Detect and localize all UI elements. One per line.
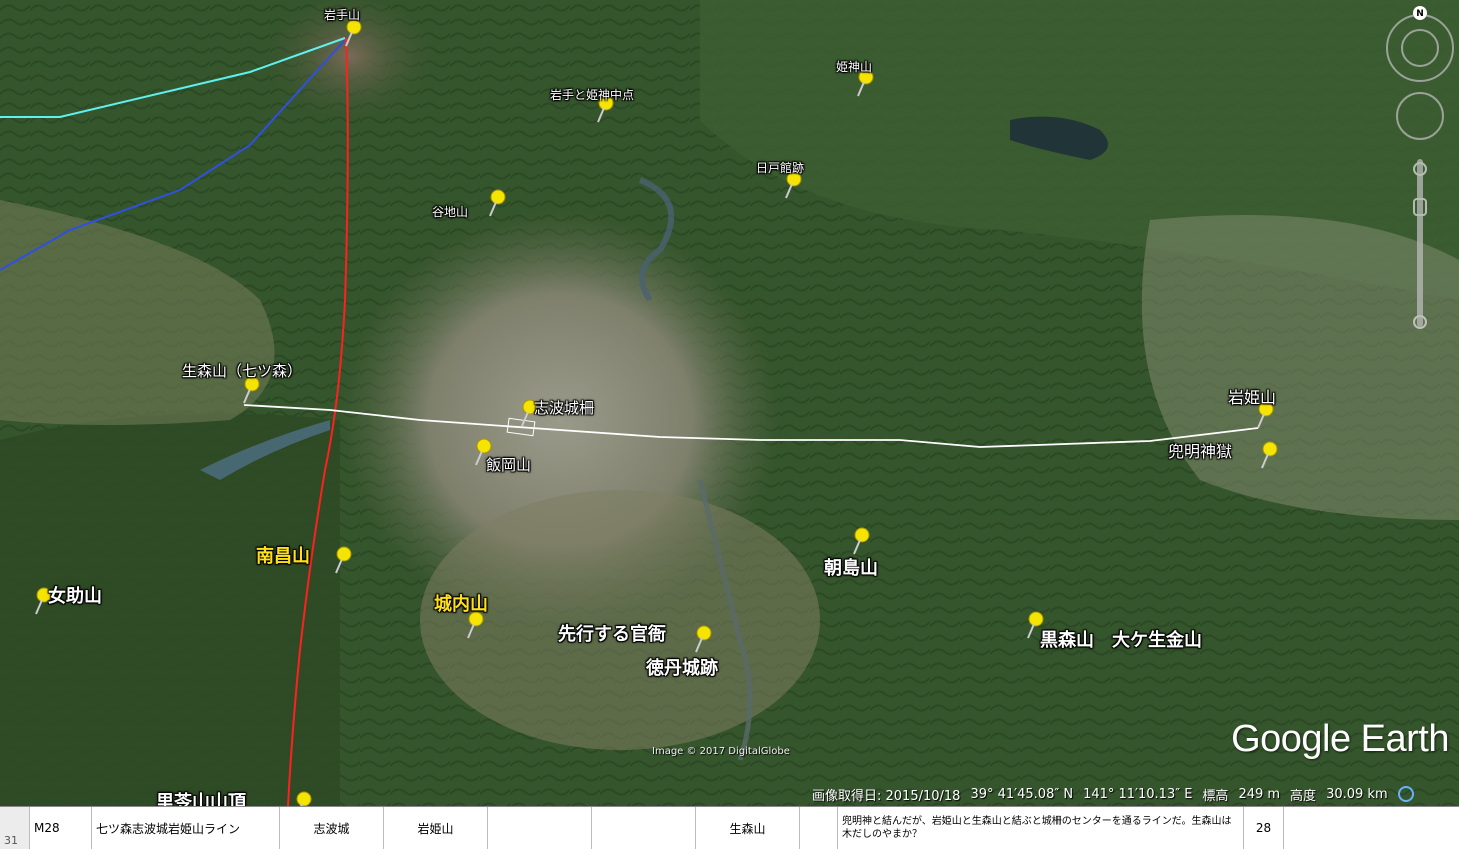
pushpin-icon[interactable] <box>290 790 314 806</box>
table-cell[interactable]: 岩姫山 <box>384 807 488 849</box>
longitude: 141° 11′10.13″ E <box>1083 786 1193 802</box>
table-cell[interactable]: 七ツ森志波城岩姫山ライン <box>92 807 280 849</box>
google-earth-logo: Google Earth <box>1231 718 1449 760</box>
placemark-label[interactable]: 岩手山 <box>324 6 360 23</box>
placemark-label[interactable]: 女助山 <box>48 582 102 608</box>
note-cell[interactable]: 兜明神と結んだが、岩姫山と生森山と結ぶと城柵のセンターを通るラインだ。生森山は木… <box>838 807 1244 849</box>
elevation-value: 249 m <box>1238 786 1281 802</box>
placemark-label[interactable]: 南昌山 <box>256 542 310 568</box>
look-joystick-icon <box>1396 92 1444 140</box>
placemark-label[interactable]: 志波城柵 <box>534 397 594 418</box>
map-view[interactable]: 岩手山 姫神山 岩手と姫神中点 日戸館跡 谷地山 生森山（七ツ森） 志波城柵 飯… <box>0 0 1459 806</box>
row-number[interactable]: 31 <box>0 807 30 849</box>
table-cell[interactable] <box>800 807 838 849</box>
table-cell[interactable] <box>488 807 592 849</box>
placemark-label[interactable]: 姫神山 <box>836 58 872 75</box>
altitude-value: 30.09 km <box>1326 786 1388 802</box>
compass-icon: N <box>1386 6 1454 82</box>
number-cell[interactable]: 28 <box>1244 807 1284 849</box>
compass-letter: N <box>1416 9 1424 19</box>
placemark-label[interactable]: 日戸館跡 <box>756 159 804 176</box>
placemark-label[interactable]: 岩姫山 <box>1228 384 1276 408</box>
imagery-credit: Image © 2017 DigitalGlobe <box>652 746 790 757</box>
globe-icon[interactable] <box>1397 786 1414 802</box>
elevation-label: 標高 <box>1202 788 1229 804</box>
status-bar: 画像取得日: 2015/10/18 39° 41′45.08″ N 141° 1… <box>812 782 1459 806</box>
placemark-label[interactable]: 谷地山 <box>432 203 468 220</box>
placemark-label[interactable]: 飯岡山 <box>486 454 531 475</box>
spreadsheet-row: 31 M28 七ツ森志波城岩姫山ライン 志波城 岩姫山 生森山 兜明神と結んだが… <box>0 806 1459 849</box>
capture-date: 画像取得日: 2015/10/18 <box>812 788 961 804</box>
zoom-slider-icon <box>1413 159 1427 329</box>
placemark-label[interactable]: 黒森山 大ケ生金山 <box>1040 626 1202 652</box>
pushpin-icon[interactable] <box>690 624 714 654</box>
latitude: 39° 41′45.08″ N <box>970 786 1074 802</box>
table-cell[interactable] <box>1284 807 1459 849</box>
placemark-label[interactable]: 先行する官衙 <box>558 620 666 646</box>
pushpin-icon[interactable] <box>848 526 872 556</box>
pushpin-icon[interactable] <box>1256 440 1280 470</box>
pushpin-icon[interactable] <box>484 188 508 218</box>
table-cell[interactable]: 志波城 <box>280 807 384 849</box>
placemark-label[interactable]: 徳丹城跡 <box>646 654 718 680</box>
placemark-label[interactable]: 里苓山山頂 <box>156 788 246 806</box>
placemark-label[interactable]: 岩手と姫神中点 <box>550 86 634 103</box>
placemark-label[interactable]: 城内山 <box>434 590 488 616</box>
altitude-label: 高度 <box>1290 788 1317 804</box>
placemark-label[interactable]: 兜明神獄 <box>1168 438 1232 462</box>
table-cell[interactable]: 生森山 <box>696 807 800 849</box>
table-cell[interactable] <box>592 807 696 849</box>
table-cell[interactable]: M28 <box>30 807 92 849</box>
placemark-label[interactable]: 朝島山 <box>824 554 878 580</box>
placemark-label[interactable]: 生森山（七ツ森） <box>182 360 302 381</box>
navigation-controls[interactable]: N <box>1384 4 1456 334</box>
pushpin-icon[interactable] <box>330 545 354 575</box>
